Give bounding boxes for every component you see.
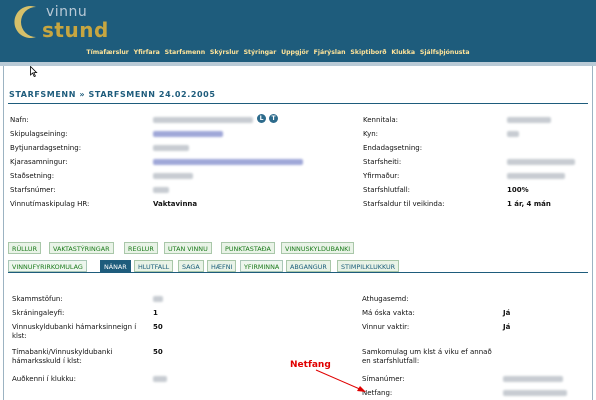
value-ma-oska-vakta: Já [503,309,511,317]
title-divider [8,103,588,104]
annotation-arrow-icon [315,369,366,392]
label-bytjunardagsetning: Bytjunardagsetning: [10,144,82,152]
moon-logo-icon [14,6,36,38]
value-skipulagseining-redacted[interactable] [153,131,223,137]
nav-yfirfara[interactable]: Yfirfara [131,49,162,61]
main-nav: Tímafærslur Yfirfara Starfsmenn Skýrslur… [84,49,472,61]
label-stadsetning: Staðsetning: [10,172,55,180]
value-kennitala-redacted [507,117,551,123]
tab-yfirminna[interactable]: YFIRMINNA [240,260,284,272]
label-ma-oska-vakta: Má óska vakta: [362,309,415,317]
tab-divider [8,272,588,273]
tab-nanar[interactable]: NÁNAR [100,260,131,272]
l-badge-icon[interactable]: L [257,114,266,123]
vinnustund-logo[interactable]: vinnu stund [6,2,116,44]
value-vinnutimaskipulag: Vaktavinna [153,200,198,208]
label-yfirmadur: Yfirmaður: [363,172,400,180]
value-skraningaleyfi: 1 [153,309,158,317]
nav-styringar[interactable]: Stýringar [241,49,278,61]
nav-uppgjor[interactable]: Uppgjör [279,49,312,61]
value-nafn-redacted [153,117,253,123]
label-timabanki-skuld: Tímabanki/Vinnuskyldubanki hámarksskuld … [12,348,113,365]
value-simanumer-redacted [503,376,563,382]
label-vinnuskyldubanki-inneign: Vinnuskyldubanki hámarksinneign í klst: [12,323,137,340]
t-badge-icon[interactable]: T [269,114,278,123]
label-vinnutimaskipulag: Vinnutímaskipulag HR: [10,200,90,208]
label-starfshlutfall: Starfshlutfall: [363,186,411,194]
label-vinnur-vaktir: Vinnur vaktir: [362,323,410,331]
value-kjarasamningur-redacted[interactable] [153,159,303,165]
value-yfirmadur-redacted [507,173,565,179]
tab-vinnuskyldubanki[interactable]: VINNUSKYLDUBANKI [281,242,355,254]
nav-skiptibord[interactable]: Skiptiborð [348,49,389,61]
nav-sjalfsthjonusta[interactable]: Sjálfsþjónusta [417,49,471,61]
value-timabanki-skuld: 50 [153,348,163,356]
tab-reglur[interactable]: REGLUR [124,242,158,254]
tab-hlutfall[interactable]: HLUTFALL [134,260,174,272]
nav-starfsmenn[interactable]: Starfsmenn [162,49,207,61]
tab-saga[interactable]: SAGA [178,260,204,272]
value-skammstofun-redacted [153,296,163,302]
mouse-cursor-icon [30,66,38,77]
value-kyn-redacted [507,131,519,137]
tab-rullur[interactable]: RÚLLUR [8,242,42,254]
value-netfang-redacted [503,390,567,396]
value-stadsetning-redacted [153,173,193,179]
value-audkenni-redacted [153,376,167,382]
tab-vinnufyrirkomulag[interactable]: VINNUFYRIRKOMULAG [8,260,87,272]
page-title: STARFSMENN » STARFSMENN 24.02.2005 [9,90,216,99]
label-endadagsetning: Endadagsetning: [363,144,423,152]
tab-punktastada[interactable]: PUNKTASTAÐA [221,242,275,254]
nav-timafaerslur[interactable]: Tímafærslur [84,49,131,61]
tab-stimpilklukkur[interactable]: STIMPILKLUKKUR [337,260,400,272]
tab-abgangur[interactable]: ABGANGUR [286,260,331,272]
tab-haefni[interactable]: HÆFNI [207,260,237,272]
value-starfsheiti-redacted [507,159,575,165]
value-vinnuskyldubanki-inneign: 50 [153,323,163,331]
label-starfsaldur: Starfsaldur til veikinda: [363,200,445,208]
label-kjarasamningur: Kjarasamningur: [10,158,68,166]
label-skammstofun: Skammstöfun: [12,295,63,303]
logo-text-stund: stund [42,18,109,42]
app-header: vinnu stund Tímafærslur Yfirfara Starfsm… [0,0,596,62]
label-starfsnumer: Starfsnúmer: [10,186,56,194]
label-athugasemd: Athugasemd: [362,295,409,303]
label-skipulagseining: Skipulagseining: [10,130,68,138]
tab-vaktastyringar[interactable]: VAKTASTÝRINGAR [49,242,114,254]
label-skraningaleyfi: Skráningaleyfi: [12,309,65,317]
nav-fjarysla[interactable]: Fjárýslan [311,49,348,61]
value-starfsnumer-redacted [153,187,169,193]
nav-klukka[interactable]: Klukka [389,49,418,61]
label-nafn: Nafn: [10,116,29,124]
tab-utan-vinnu[interactable]: UTAN VINNU [164,242,212,254]
label-starfsheiti: Starfsheiti: [363,158,402,166]
label-samkomulag: Samkomulag um klst á viku ef annað en st… [362,348,492,365]
label-kennitala: Kennitala: [363,116,398,124]
value-bytjunardagsetning-redacted [153,145,189,151]
value-vinnur-vaktir: Já [503,323,511,331]
nav-skyrslur[interactable]: Skýrslur [208,49,242,61]
value-starfshlutfall: 100% [507,186,529,194]
label-kyn: Kyn: [363,130,379,138]
label-audkenni-klukku: Auðkenni í klukku: [12,375,76,383]
value-starfsaldur: 1 ár, 4 mán [507,200,551,208]
